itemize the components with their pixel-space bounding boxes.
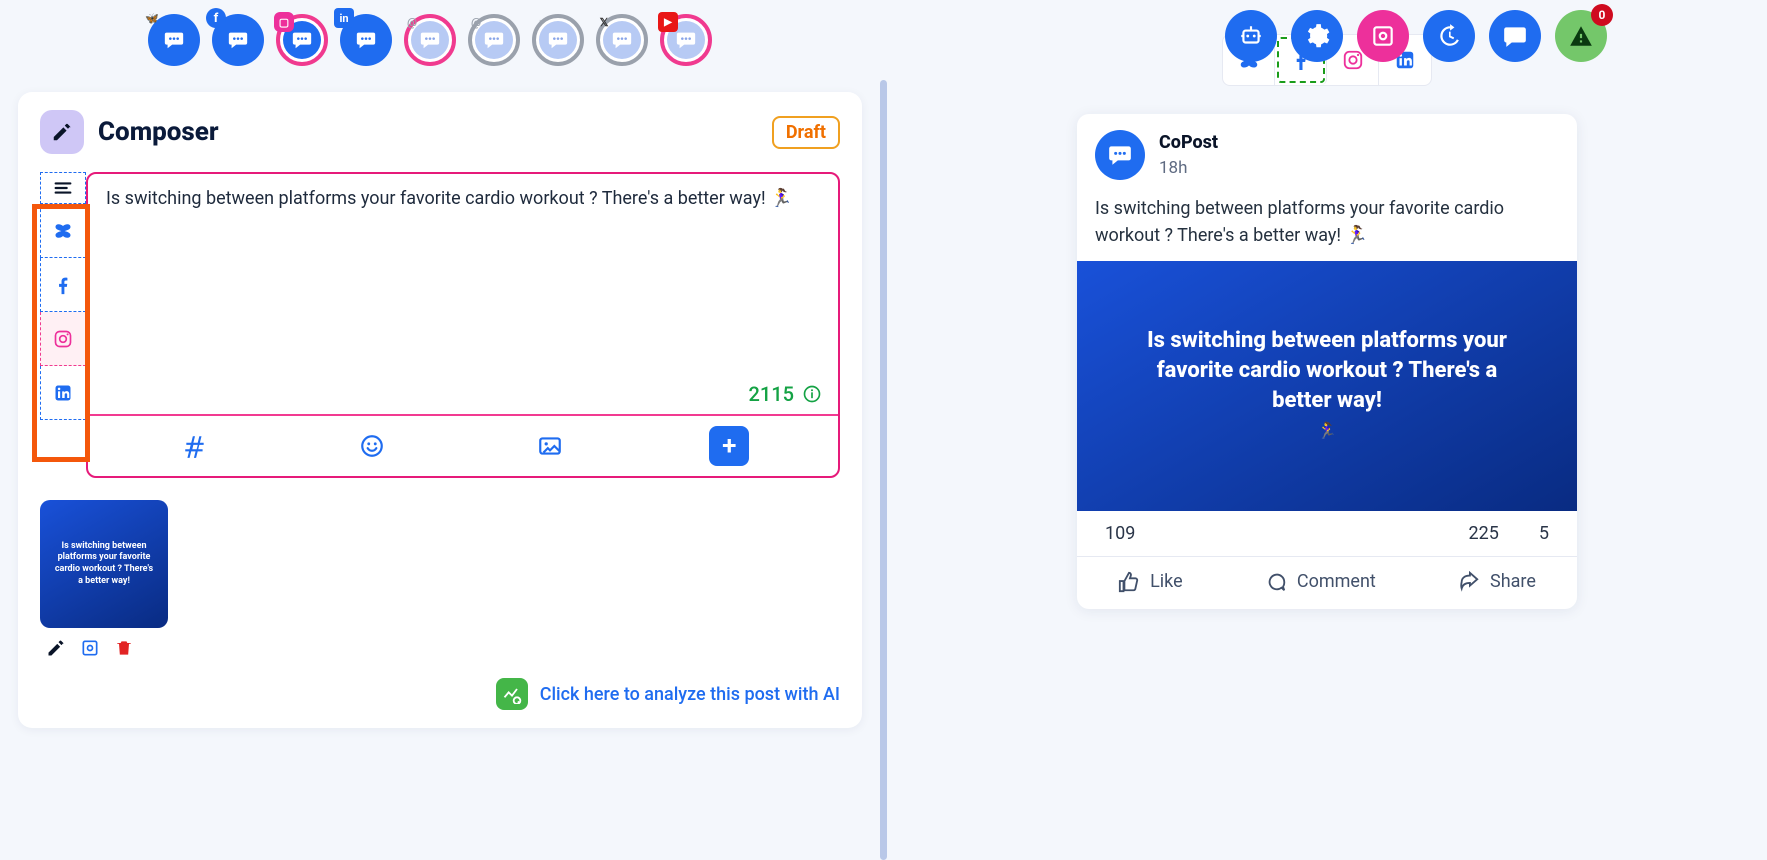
attachment-thumb[interactable]: Is switching between platforms your favo… — [40, 500, 168, 628]
chip-tiktok[interactable]: ♪ — [532, 14, 584, 66]
notif-badge: 0 — [1591, 4, 1613, 26]
preview-author: CoPost — [1159, 130, 1218, 156]
stat-shares: 5 — [1539, 523, 1549, 544]
editor: Is switching between platforms your favo… — [86, 172, 840, 478]
rail-menu[interactable] — [40, 172, 86, 204]
composer-card: Composer Draft Is switching between plat… — [18, 92, 862, 728]
preview-button[interactable] — [1357, 10, 1409, 62]
media-button[interactable] — [532, 428, 568, 464]
like-button[interactable]: Like — [1118, 571, 1183, 593]
stat-likes: 109 — [1105, 523, 1135, 544]
editor-textarea[interactable]: Is switching between platforms your favo… — [88, 174, 838, 414]
platform-rail — [40, 172, 86, 478]
chip-bluesky[interactable]: 🦋 — [148, 14, 200, 66]
comment-button[interactable]: Comment — [1265, 571, 1376, 593]
info-icon[interactable] — [802, 384, 822, 404]
chip-instagram[interactable]: ▢ — [276, 14, 328, 66]
preview-body: Is switching between platforms your favo… — [1077, 191, 1577, 261]
rail-facebook[interactable] — [40, 258, 86, 312]
preview-thumb-icon[interactable] — [80, 638, 100, 658]
share-button[interactable]: Share — [1458, 571, 1536, 593]
chip-youtube[interactable]: ▶ — [660, 14, 712, 66]
chip-threads-alt[interactable]: @ — [468, 14, 520, 66]
draft-badge: Draft — [772, 116, 840, 149]
chip-facebook[interactable]: f — [212, 14, 264, 66]
emoji-button[interactable] — [354, 428, 390, 464]
preview-time: 18h — [1159, 156, 1218, 181]
rail-instagram[interactable] — [40, 312, 86, 366]
stat-comments: 225 — [1469, 523, 1499, 544]
history-button[interactable] — [1423, 10, 1475, 62]
ai-button[interactable] — [1225, 10, 1277, 62]
pencil-icon — [40, 110, 84, 154]
editor-toolbar: + — [88, 414, 838, 476]
preview-stats: 109 225 5 — [1077, 511, 1577, 556]
pane-divider[interactable] — [880, 80, 887, 860]
char-count: 2115 — [749, 382, 822, 406]
top-toolbar-left: 🦋 f ▢ in @ @ — [18, 10, 862, 70]
rail-bluesky[interactable] — [40, 204, 86, 258]
composer-title: Composer — [98, 117, 219, 147]
hashtag-button[interactable] — [177, 428, 213, 464]
rail-linkedin[interactable] — [40, 366, 86, 420]
ai-analyze-link[interactable]: Click here to analyze this post with AI — [40, 678, 840, 710]
top-toolbar-right: 0 — [1225, 10, 1607, 62]
editor-content: Is switching between platforms your favo… — [106, 188, 792, 209]
preview-image: Is switching between platforms your favo… — [1077, 261, 1577, 511]
preview-avatar — [1095, 130, 1145, 180]
edit-thumb-icon[interactable] — [46, 638, 66, 658]
add-button[interactable]: + — [709, 426, 749, 466]
chip-x[interactable]: 𝕏 — [596, 14, 648, 66]
settings-button[interactable] — [1291, 10, 1343, 62]
ai-icon — [496, 678, 528, 710]
chip-linkedin[interactable]: in — [340, 14, 392, 66]
preview-card: CoPost 18h Is switching between platform… — [1077, 114, 1577, 609]
alerts-button[interactable]: 0 — [1555, 10, 1607, 62]
comments-button[interactable] — [1489, 10, 1541, 62]
delete-thumb-icon[interactable] — [114, 638, 134, 658]
chip-threads[interactable]: @ — [404, 14, 456, 66]
